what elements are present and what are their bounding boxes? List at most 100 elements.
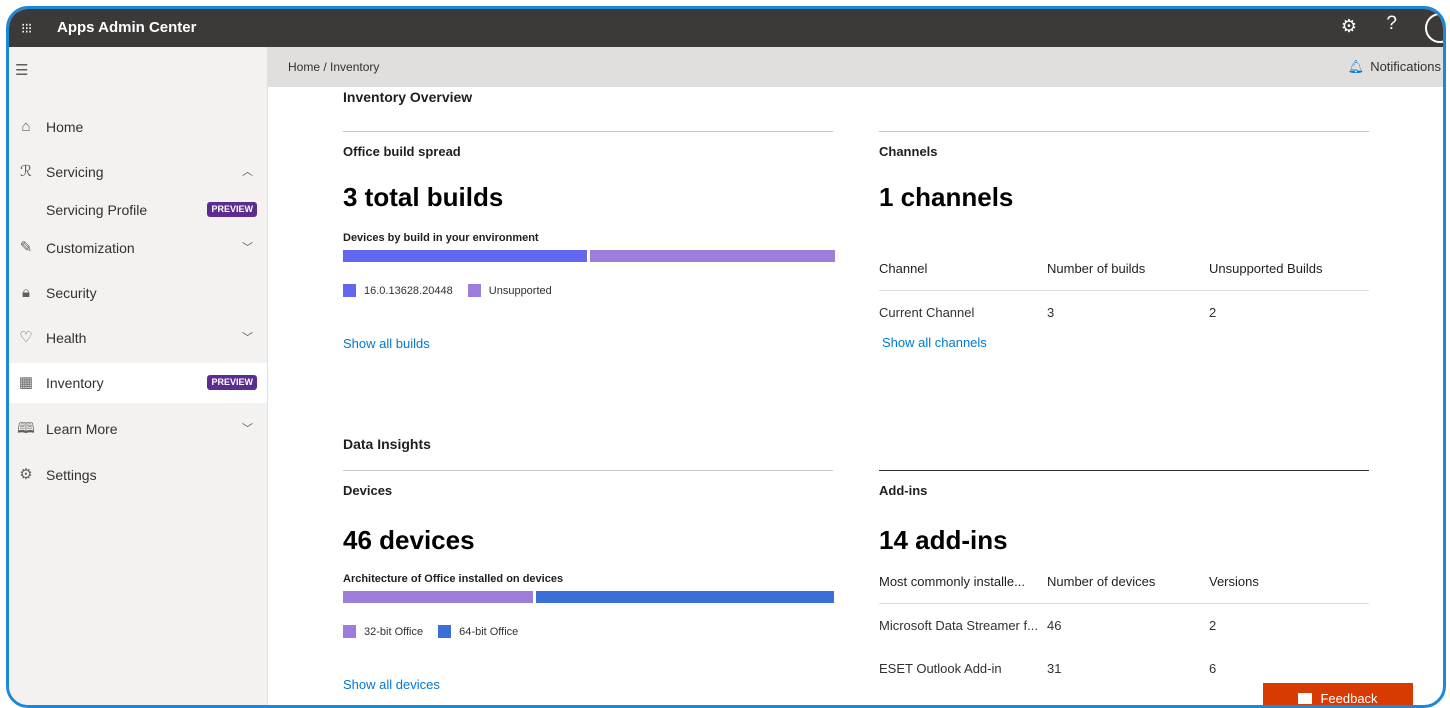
sidebar-item-health[interactable]: ♡ Health ﹀	[9, 318, 267, 358]
heart-icon: ♡	[19, 329, 33, 346]
preview-badge: PREVIEW	[207, 202, 257, 217]
notifications-label: Notifications	[1370, 59, 1441, 74]
sidebar-item-label: Learn More	[46, 421, 118, 437]
left-nav: ☰ ⌂ Home ℛ Servicing ︿ Servicing Profile…	[9, 47, 268, 705]
table-cell: 3	[1047, 305, 1055, 320]
bar-segment-build[interactable]	[343, 250, 587, 262]
preview-badge: PREVIEW	[207, 375, 257, 390]
sidebar-item-label: Settings	[46, 467, 97, 483]
addins-card-title: Add-ins	[879, 483, 928, 498]
legend-label: Unsupported	[488, 285, 552, 297]
show-all-devices-link[interactable]: Show all devices	[343, 677, 440, 692]
sidebar-item-servicing[interactable]: ℛ Servicing ︿	[9, 152, 267, 192]
devices-card: Devices 46 devices Architecture of Offic…	[343, 470, 835, 705]
sidebar-item-security[interactable]: 🔒︎ Security	[9, 273, 267, 313]
app-launcher-icon[interactable]: ⁝⁝⁝	[21, 18, 43, 38]
sidebar-item-label: Security	[46, 285, 97, 301]
devices-stacked-bar	[343, 591, 835, 603]
sidebar-item-customization[interactable]: ✎ Customization ﹀	[9, 228, 267, 268]
chevron-down-icon[interactable]: ﹀	[242, 228, 253, 268]
customization-icon: ✎	[19, 239, 33, 256]
chevron-up-icon[interactable]: ︿	[242, 152, 253, 192]
devices-card-title: Devices	[343, 483, 393, 498]
legend-swatch	[438, 625, 452, 638]
devices-total: 46 devices	[343, 525, 475, 555]
sidebar-item-label: Home	[46, 119, 84, 135]
sidebar-item-label: Servicing	[46, 164, 104, 180]
data-insights-heading: Data Insights	[343, 436, 431, 452]
bar-segment-32bit[interactable]	[343, 591, 533, 603]
sidebar-item-settings[interactable]: ⚙ Settings	[9, 455, 267, 495]
table-icon: ▦	[18, 374, 34, 391]
bell-icon: 🔔︎	[1347, 59, 1365, 74]
channels-card: Channels 1 channels Channel Number of bu…	[879, 131, 1369, 372]
builds-card-title: Office build spread	[343, 144, 461, 159]
table-cell: Current Channel	[879, 305, 975, 320]
sidebar-item-label: Servicing Profile	[46, 202, 148, 218]
table-cell: 31	[1047, 661, 1062, 676]
sidebar-item-home[interactable]: ⌂ Home	[9, 107, 267, 147]
builds-total: 3 total builds	[343, 182, 504, 212]
lock-icon: 🔒︎	[22, 284, 30, 301]
legend-item-build: 16.0.13628.20448	[343, 284, 453, 297]
chevron-down-icon[interactable]: ﹀	[242, 409, 253, 449]
column-header[interactable]: Channel	[879, 246, 1047, 291]
legend-label: 16.0.13628.20448	[364, 285, 453, 297]
top-bar: ⁝⁝⁝ Apps Admin Center ⚙ ?	[9, 9, 1443, 47]
table-cell: 2	[1209, 305, 1217, 320]
builds-legend: 16.0.13628.20448 Unsupported	[343, 284, 564, 297]
show-all-channels-link[interactable]: Show all channels	[882, 335, 987, 350]
show-all-builds-link[interactable]: Show all builds	[343, 336, 430, 351]
breadcrumb-bar: Home / Inventory 🔔︎ Notifications	[268, 47, 1443, 87]
hamburger-menu-icon[interactable]: ☰	[15, 61, 28, 79]
builds-chart-title: Devices by build in your environment	[343, 232, 539, 244]
legend-item-32bit: 32-bit Office	[343, 625, 423, 638]
feedback-icon	[1298, 693, 1313, 704]
addins-total: 14 add-ins	[879, 525, 1008, 555]
sidebar-item-servicing-profile[interactable]: Servicing Profile PREVIEW	[9, 190, 267, 230]
column-header[interactable]: Most commonly installe...	[879, 559, 1047, 604]
channels-table: Channel Number of builds Unsupported Bui…	[879, 246, 1369, 334]
settings-gear-icon[interactable]: ⚙	[1341, 16, 1357, 37]
column-header[interactable]: Number of devices	[1047, 559, 1209, 604]
column-header[interactable]: Number of builds	[1047, 246, 1209, 291]
bar-segment-unsupported[interactable]	[589, 250, 835, 262]
legend-swatch	[467, 284, 481, 297]
breadcrumb[interactable]: Home / Inventory	[288, 47, 379, 87]
table-cell: 2	[1209, 618, 1217, 633]
main-content: Inventory Overview Office build spread 3…	[268, 87, 1443, 705]
chevron-down-icon[interactable]: ﹀	[242, 318, 253, 358]
devices-chart-title: Architecture of Office installed on devi…	[343, 573, 564, 585]
sidebar-item-learn-more[interactable]: 🕮 Learn More ﹀	[9, 409, 267, 449]
table-cell: 46	[1047, 618, 1062, 633]
sidebar-item-label: Inventory	[46, 375, 104, 391]
app-window: ⁝⁝⁝ Apps Admin Center ⚙ ? ☰ ⌂ Home ℛ Ser…	[6, 6, 1446, 708]
table-header-row: Most commonly installe... Number of devi…	[879, 559, 1369, 604]
legend-item-64bit: 64-bit Office	[438, 625, 519, 638]
builds-stacked-bar	[343, 250, 835, 262]
notifications-button[interactable]: 🔔︎ Notifications	[1348, 47, 1441, 87]
devices-legend: 32-bit Office 64-bit Office	[343, 625, 530, 638]
channels-total: 1 channels	[879, 182, 1014, 212]
legend-item-unsupported: Unsupported	[467, 284, 552, 297]
servicing-icon: ℛ	[20, 163, 32, 180]
column-header[interactable]: Unsupported Builds	[1209, 246, 1369, 291]
sidebar-item-label: Customization	[46, 240, 135, 256]
sidebar-item-inventory[interactable]: ▦ Inventory PREVIEW	[9, 363, 267, 403]
inventory-overview-heading: Inventory Overview	[343, 89, 473, 105]
channels-card-title: Channels	[879, 144, 938, 159]
help-icon[interactable]: ?	[1386, 13, 1397, 35]
feedback-button[interactable]: Feedback	[1263, 683, 1413, 706]
table-row[interactable]: Microsoft Data Streamer f... 46 2	[879, 604, 1369, 648]
builds-card: Office build spread 3 total builds Devic…	[343, 131, 835, 372]
legend-swatch	[343, 625, 356, 638]
table-header-row: Channel Number of builds Unsupported Bui…	[879, 246, 1369, 291]
gear-icon: ⚙	[19, 466, 33, 483]
table-cell: ESET Outlook Add-in	[879, 661, 1002, 676]
avatar[interactable]	[1425, 13, 1443, 43]
table-row[interactable]: Current Channel 3 2	[879, 291, 1369, 335]
bar-segment-64bit[interactable]	[535, 591, 835, 603]
feedback-label: Feedback	[1320, 691, 1378, 706]
legend-label: 64-bit Office	[459, 626, 519, 638]
column-header[interactable]: Versions	[1209, 559, 1369, 604]
